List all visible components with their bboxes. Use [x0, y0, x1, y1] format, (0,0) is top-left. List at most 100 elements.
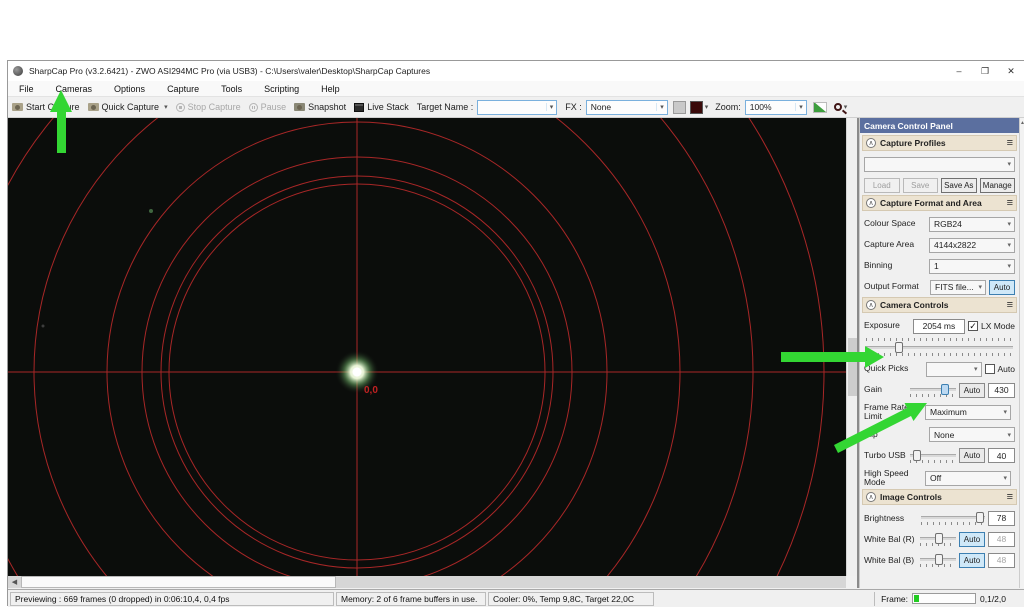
menu-help[interactable]: Help: [310, 84, 351, 94]
close-button[interactable]: ✕: [998, 62, 1024, 80]
section-image-controls[interactable]: ∧ Image Controls ≡: [862, 489, 1017, 506]
white-bal-r-auto-button[interactable]: Auto: [959, 531, 985, 547]
chevron-down-icon[interactable]: ▾: [705, 103, 709, 111]
profile-select[interactable]: ▾: [864, 156, 1015, 172]
brightness-value-field[interactable]: 78: [988, 510, 1015, 526]
horizontal-scrollbar[interactable]: ◀: [8, 576, 846, 588]
scroll-left-icon[interactable]: ◀: [8, 576, 21, 588]
gain-slider[interactable]: [910, 383, 956, 397]
exposure-slider-thumb[interactable]: [895, 342, 904, 353]
chevron-down-icon[interactable]: ▾: [795, 103, 806, 111]
pause-button[interactable]: Pause: [245, 97, 291, 117]
lx-mode-checkbox[interactable]: ✓: [967, 321, 978, 331]
collapse-icon[interactable]: ∧: [866, 138, 876, 148]
zoom-label: Zoom:: [715, 102, 741, 112]
quick-picks-select[interactable]: ▾: [925, 361, 982, 377]
flip-select[interactable]: None ▾: [929, 427, 1015, 443]
colour-space-select[interactable]: RGB24 ▾: [929, 216, 1015, 232]
histogram-icon[interactable]: [812, 101, 827, 113]
turbo-usb-value-field[interactable]: 40: [988, 448, 1015, 464]
chevron-down-icon[interactable]: ▾: [1003, 408, 1010, 416]
gain-value-field[interactable]: 430: [988, 382, 1015, 398]
section-menu-icon[interactable]: ≡: [1007, 299, 1013, 311]
menu-scripting[interactable]: Scripting: [253, 84, 310, 94]
target-name-input[interactable]: ▾: [477, 99, 558, 115]
manage-profiles-button[interactable]: Manage: [979, 177, 1015, 193]
vertical-scrollbar[interactable]: [846, 118, 857, 576]
brightness-slider-thumb[interactable]: [976, 512, 985, 524]
collapse-icon[interactable]: ∧: [866, 300, 876, 310]
minimize-button[interactable]: –: [946, 62, 972, 80]
menu-options[interactable]: Options: [103, 84, 156, 94]
save-as-profile-button[interactable]: Save As: [941, 177, 977, 193]
magnifier-icon[interactable]: [833, 103, 842, 111]
white-bal-r-slider-thumb[interactable]: [935, 533, 944, 545]
panel-scrollbar[interactable]: ▲: [1019, 118, 1024, 588]
exposure-value-field[interactable]: 2054 ms: [912, 318, 965, 334]
chevron-down-icon[interactable]: ▾: [545, 103, 557, 111]
chevron-down-icon[interactable]: ▾: [978, 283, 985, 291]
binning-select[interactable]: 1 ▾: [929, 258, 1015, 274]
dark-frame-button[interactable]: [689, 100, 703, 114]
capture-area-select[interactable]: 4144x2822 ▾: [929, 237, 1015, 253]
white-bal-b-value-field[interactable]: 48: [988, 552, 1015, 568]
menu-file[interactable]: File: [8, 84, 45, 94]
gain-slider-thumb[interactable]: [941, 384, 950, 395]
exposure-slider[interactable]: [866, 338, 1013, 356]
high-speed-mode-select[interactable]: Off ▾: [925, 470, 1011, 486]
white-bal-b-slider[interactable]: [920, 553, 956, 568]
flip-label: Flip: [864, 429, 878, 440]
exposure-auto-checkbox[interactable]: [984, 364, 995, 374]
turbo-usb-auto-button[interactable]: Auto: [959, 448, 985, 464]
snapshot-button[interactable]: Snapshot: [290, 97, 350, 117]
chevron-down-icon[interactable]: ▾: [1007, 262, 1014, 270]
section-menu-icon[interactable]: ≡: [1007, 491, 1013, 503]
menu-cameras[interactable]: Cameras: [45, 84, 104, 94]
zoom-select[interactable]: 100% ▾: [744, 99, 807, 115]
live-stack-button[interactable]: Live Stack: [350, 97, 413, 117]
white-bal-b-slider-thumb[interactable]: [935, 554, 944, 566]
output-format-select[interactable]: FITS file... ▾: [930, 279, 986, 295]
section-camera-controls[interactable]: ∧ Camera Controls ≡: [862, 297, 1017, 313]
chevron-down-icon[interactable]: ▾: [1003, 474, 1010, 482]
status-bar: Previewing : 669 frames (0 dropped) in 0…: [8, 589, 1024, 607]
load-profile-button[interactable]: Load: [864, 177, 900, 193]
chevron-down-icon[interactable]: ▾: [974, 365, 981, 373]
chevron-down-icon[interactable]: ▾: [1007, 220, 1014, 228]
fx-select[interactable]: None ▾: [585, 99, 668, 115]
chevron-down-icon[interactable]: ▾: [164, 103, 168, 111]
output-format-auto-button[interactable]: Auto: [989, 279, 1015, 295]
turbo-usb-slider-thumb[interactable]: [912, 449, 921, 461]
scroll-up-icon[interactable]: ▲: [1020, 120, 1024, 126]
menu-tools[interactable]: Tools: [210, 84, 253, 94]
chevron-down-icon[interactable]: ▾: [1007, 431, 1014, 439]
start-capture-button[interactable]: Start Capture: [8, 97, 84, 117]
vertical-scrollbar-thumb[interactable]: [848, 338, 857, 396]
fx-preview-button[interactable]: [672, 100, 686, 114]
gain-auto-button[interactable]: Auto: [959, 382, 985, 398]
chevron-down-icon[interactable]: ▾: [656, 103, 667, 111]
section-menu-icon[interactable]: ≡: [1007, 137, 1013, 149]
collapse-icon[interactable]: ∧: [866, 492, 876, 503]
white-bal-r-slider[interactable]: [920, 532, 956, 547]
colour-space-label: Colour Space: [864, 218, 916, 229]
sharpcap-window: SharpCap Pro (v3.2.6421) - ZWO ASI294MC …: [7, 60, 1024, 607]
quick-capture-button[interactable]: Quick Capture ▾: [84, 97, 172, 117]
menu-capture[interactable]: Capture: [156, 84, 210, 94]
collapse-icon[interactable]: ∧: [866, 198, 876, 208]
save-profile-button[interactable]: Save: [902, 177, 938, 193]
brightness-slider[interactable]: [921, 511, 985, 526]
section-capture-profiles[interactable]: ∧ Capture Profiles ≡: [862, 135, 1017, 151]
section-menu-icon[interactable]: ≡: [1007, 197, 1013, 209]
white-bal-b-auto-button[interactable]: Auto: [959, 552, 985, 568]
turbo-usb-slider[interactable]: [910, 449, 956, 463]
white-bal-r-value-field[interactable]: 48: [988, 531, 1015, 547]
chevron-down-icon[interactable]: ▾: [1007, 160, 1014, 168]
camera-preview-viewport[interactable]: 0,0: [8, 118, 846, 576]
stop-capture-button[interactable]: Stop Capture: [172, 97, 245, 117]
section-capture-format[interactable]: ∧ Capture Format and Area ≡: [862, 195, 1017, 211]
horizontal-scrollbar-thumb[interactable]: [21, 576, 336, 588]
frame-rate-limit-select[interactable]: Maximum ▾: [925, 404, 1011, 420]
chevron-down-icon[interactable]: ▾: [1007, 241, 1014, 249]
restore-button[interactable]: ❐: [972, 62, 998, 80]
